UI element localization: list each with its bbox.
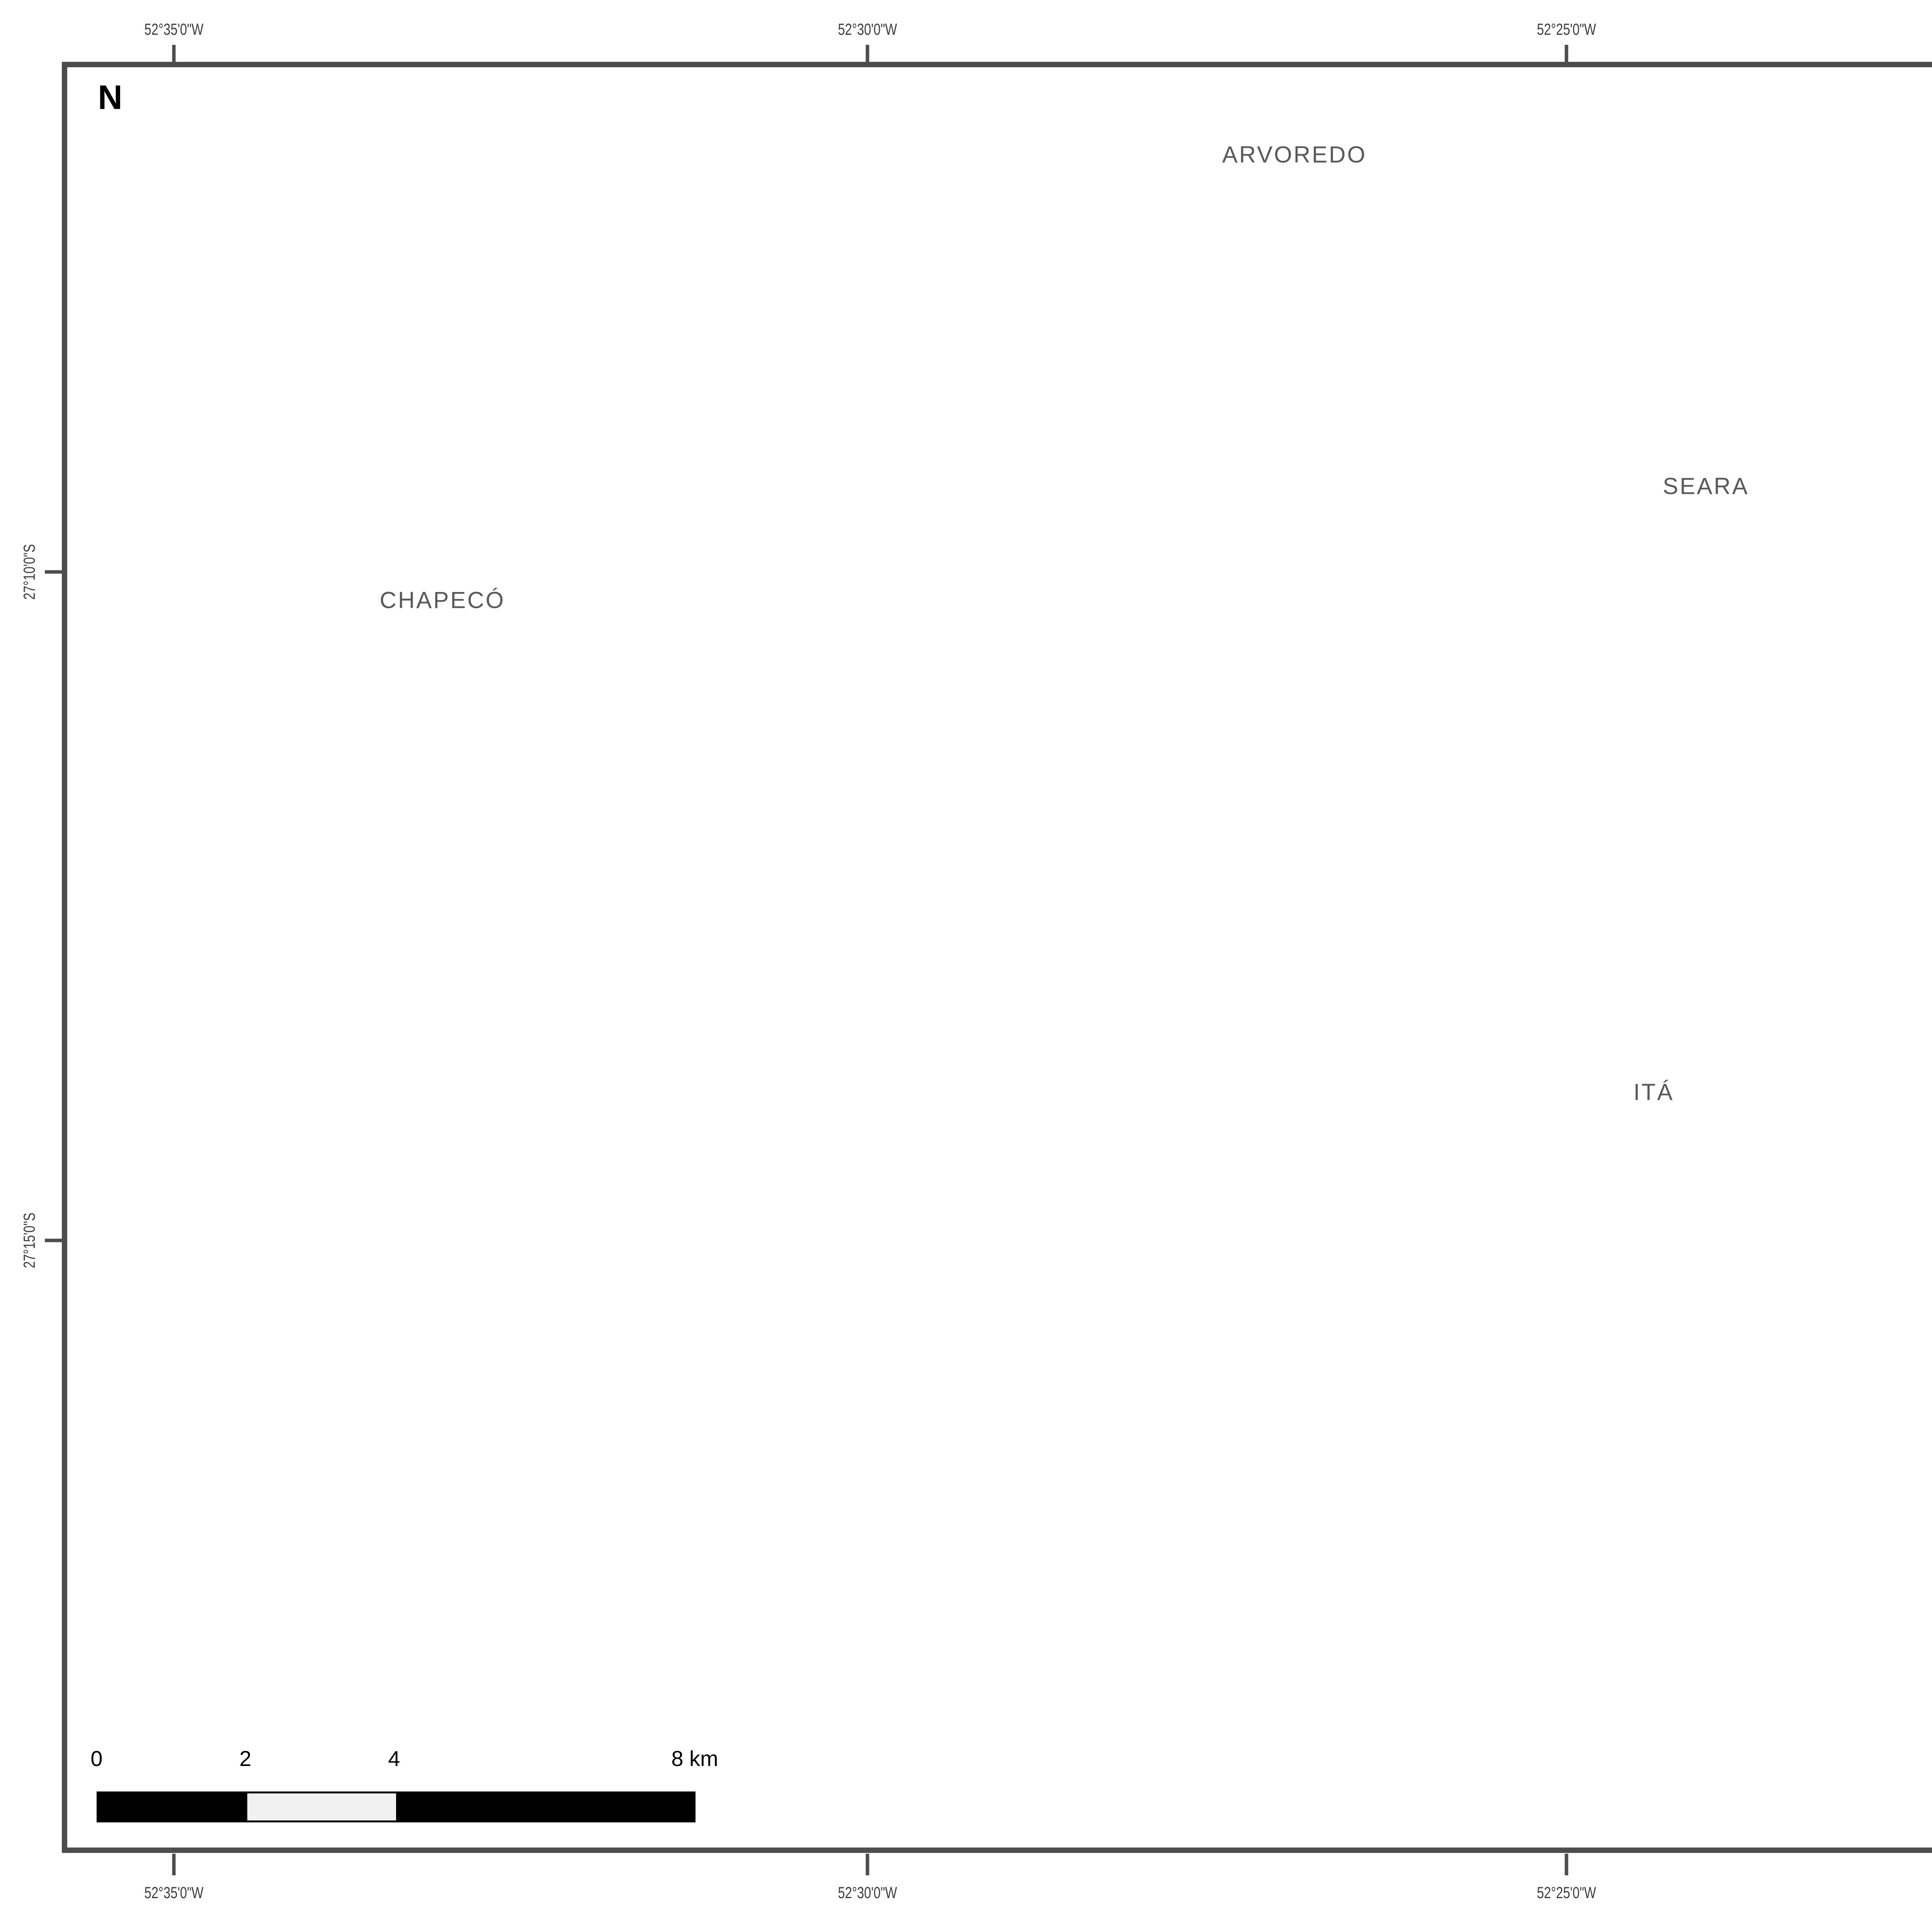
coord-top-3: 52°25'0"W <box>1537 20 1596 39</box>
label-seara: SEARA <box>1663 473 1749 500</box>
coord-top-1: 52°35'0"W <box>144 20 203 39</box>
coord-bottom-2: 52°30'0"W <box>838 1883 897 1902</box>
scale-bar-graphic <box>97 1791 696 1822</box>
map-frame <box>62 62 1932 1853</box>
scale-label-2: 2 <box>239 1746 251 1771</box>
map-document-page: N ARVOREDO SEARA CHAPECÓ ITÁ 52°35'0"W 5… <box>0 0 1932 1919</box>
scale-bar-white-segment <box>247 1793 396 1820</box>
scale-bar: 0 2 4 8 km <box>97 1746 753 1835</box>
north-label: N <box>98 78 122 117</box>
label-chapeco: CHAPECÓ <box>380 587 505 614</box>
scale-label-8km: 8 km <box>671 1746 718 1771</box>
coord-left-2: 27°15'0"S <box>20 1213 39 1268</box>
scale-label-4: 4 <box>388 1746 400 1771</box>
coord-bottom-3: 52°25'0"W <box>1537 1883 1596 1902</box>
coord-left-1: 27°10'0"S <box>20 544 39 600</box>
coord-top-2: 52°30'0"W <box>838 20 897 39</box>
label-ita: ITÁ <box>1633 1079 1674 1106</box>
label-arvoredo: ARVOREDO <box>1222 141 1367 168</box>
scale-label-0: 0 <box>90 1746 102 1771</box>
coord-bottom-1: 52°35'0"W <box>144 1883 203 1902</box>
